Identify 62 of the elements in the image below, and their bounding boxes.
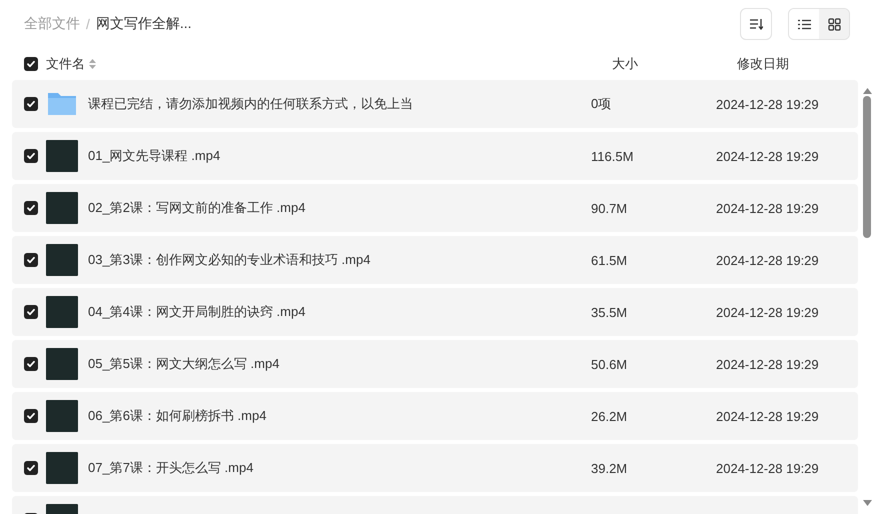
checkbox[interactable]	[24, 253, 38, 267]
modified-date: 2024-12-28 19:29	[716, 304, 819, 320]
breadcrumb-item[interactable]: 网文写作全解...	[96, 15, 192, 33]
file-row[interactable]: 03_第3课：创作网文必知的专业术语和技巧 .mp4 61.5M 2024-12-28 19:29	[12, 236, 858, 284]
video-thumbnail	[46, 192, 78, 224]
file-row[interactable]: 05_第5课：网文大纲怎么写 .mp4 50.6M 2024-12-28 19:29	[12, 340, 858, 388]
file-name: 课程已完结，请勿添加视频内的任何联系方式，以免上当	[88, 96, 413, 111]
sort-icon	[89, 59, 96, 69]
grid-view-button[interactable]	[819, 9, 849, 39]
file-size: 35.5M	[591, 304, 628, 320]
file-name: 02_第2课：写网文前的准备工作 .mp4	[88, 200, 306, 215]
file-size: 26.2M	[591, 408, 628, 424]
scrollbar-thumb[interactable]	[863, 96, 871, 238]
file-name: 04_第4课：网文开局制胜的诀窍 .mp4	[88, 304, 306, 319]
file-row[interactable]: 04_第4课：网文开局制胜的诀窍 .mp4 35.5M 2024-12-28 19:29	[12, 288, 858, 336]
scroll-down-icon[interactable]	[862, 500, 872, 506]
file-name: 06_第6课：如何刷榜拆书 .mp4	[88, 408, 266, 423]
checkbox[interactable]	[24, 305, 38, 319]
modified-date: 2024-12-28 19:29	[716, 356, 819, 372]
modified-date: 2024-12-28 19:29	[716, 408, 819, 424]
checkbox[interactable]	[24, 201, 38, 215]
file-name: 05_第5课：网文大纲怎么写 .mp4	[88, 356, 280, 371]
column-header[interactable]: 文件名	[46, 55, 85, 73]
checkbox[interactable]	[24, 357, 38, 371]
file-size: 39.2M	[591, 460, 628, 476]
file-size: 90.7M	[591, 200, 628, 216]
checkbox[interactable]	[24, 461, 38, 475]
modified-date: 2024-12-28 19:29	[716, 252, 819, 268]
video-thumbnail	[46, 296, 78, 328]
file-row[interactable]: 课程已完结，请勿添加视频内的任何联系方式，以免上当 0项 2024-12-28 19:29	[12, 80, 858, 128]
file-size: 0项	[591, 96, 612, 111]
video-thumbnail	[46, 348, 78, 380]
file-size: 61.5M	[591, 252, 628, 268]
file-row[interactable]: 01_网文先导课程 .mp4 116.5M 2024-12-28 19:29	[12, 132, 858, 180]
file-row[interactable]: 07_第7课：开头怎么写 .mp4 39.2M 2024-12-28 19:29	[12, 444, 858, 492]
scroll-up-icon[interactable]	[862, 88, 872, 94]
checkbox[interactable]	[24, 149, 38, 163]
modified-date: 2024-12-28 19:29	[716, 148, 819, 164]
video-thumbnail	[46, 452, 78, 484]
checkbox[interactable]	[24, 409, 38, 423]
modified-date: 2024-12-28 19:29	[716, 96, 819, 112]
file-size: 50.6M	[591, 356, 628, 372]
checkbox[interactable]	[24, 57, 38, 71]
file-size: 116.5M	[591, 148, 634, 164]
sort-button[interactable]	[740, 8, 772, 40]
video-thumbnail	[46, 140, 78, 172]
column-header[interactable]: 大小	[609, 55, 734, 73]
file-name: 07_第7课：开头怎么写 .mp4	[88, 460, 254, 475]
file-name: 03_第3课：创作网文必知的专业术语和技巧 .mp4	[88, 252, 370, 267]
modified-date: 2024-12-28 19:29	[716, 200, 819, 216]
list-icon	[798, 18, 810, 30]
video-thumbnail	[46, 400, 78, 432]
grid-icon	[828, 18, 840, 30]
checkbox[interactable]	[24, 97, 38, 111]
video-thumbnail	[46, 244, 78, 276]
file-name: 01_网文先导课程 .mp4	[88, 148, 220, 163]
breadcrumb-separator: /	[86, 16, 90, 32]
file-row[interactable]: 02_第2课：写网文前的准备工作 .mp4 90.7M 2024-12-28 19:29	[12, 184, 858, 232]
modified-date: 2024-12-28 19:29	[716, 460, 819, 476]
column-header[interactable]: 修改日期	[734, 55, 858, 73]
file-row[interactable]: 06_第6课：如何刷榜拆书 .mp4 26.2M 2024-12-28 19:29	[12, 392, 858, 440]
sort-icon	[749, 18, 763, 30]
